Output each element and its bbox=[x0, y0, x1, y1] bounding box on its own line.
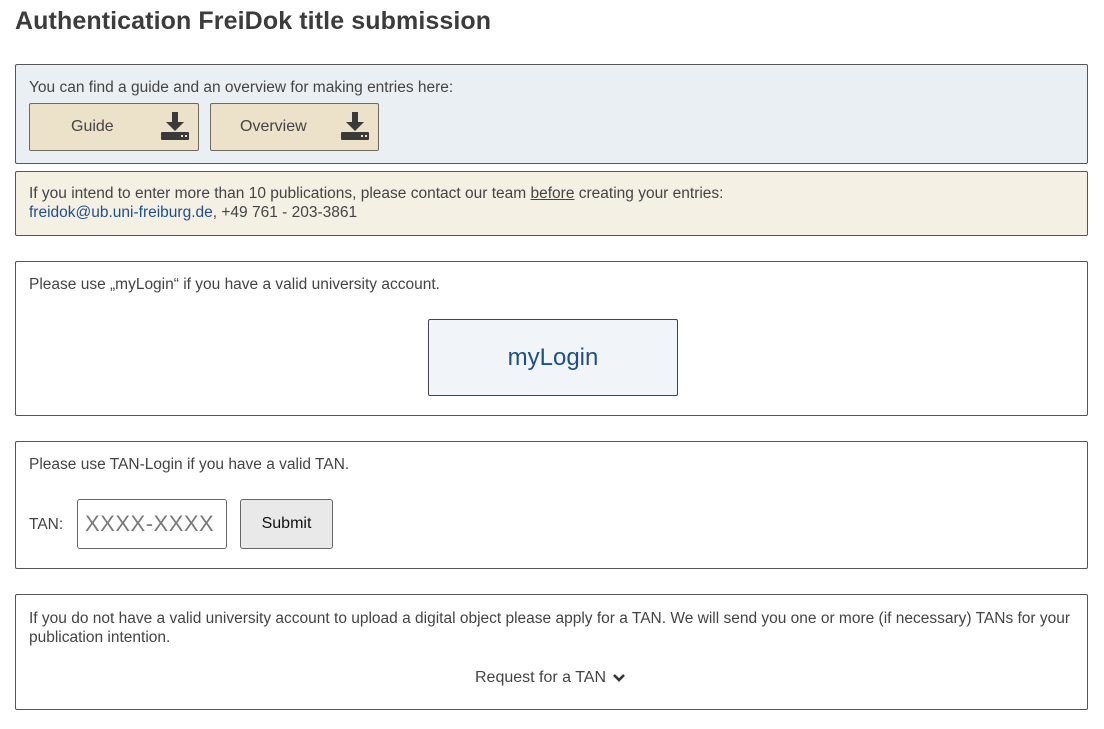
mylogin-instructions: Please use „myLogin“ if you have a valid… bbox=[29, 276, 440, 293]
download-icon bbox=[341, 112, 369, 140]
contact-notice-text: If you intend to enter more than 10 publ… bbox=[29, 185, 723, 203]
chevron-down-icon bbox=[613, 673, 625, 682]
notice-emphasis: before bbox=[530, 185, 575, 202]
guide-download-button[interactable]: Guide bbox=[29, 103, 199, 151]
tan-input[interactable] bbox=[77, 499, 227, 549]
guide-button-label: Guide bbox=[71, 118, 114, 135]
contact-email-link[interactable]: freidok@ub.uni-freiburg.de bbox=[29, 204, 213, 221]
request-tan-label: Request for a TAN bbox=[475, 669, 607, 686]
download-icon bbox=[161, 112, 189, 140]
guide-panel: You can find a guide and an overview for… bbox=[15, 64, 1088, 164]
request-tan-toggle[interactable]: Request for a TAN bbox=[475, 669, 626, 687]
mylogin-button[interactable]: myLogin bbox=[428, 319, 678, 396]
notice-text-start: If you intend to enter more than 10 publ… bbox=[29, 185, 531, 202]
tan-login-instructions: Please use TAN-Login if you have a valid… bbox=[29, 456, 350, 473]
contact-notice-panel: If you intend to enter more than 10 publ… bbox=[15, 171, 1088, 236]
overview-button-label: Overview bbox=[240, 118, 307, 135]
contact-details: freidok@ub.uni-freiburg.de, +49 761 - 20… bbox=[29, 204, 357, 222]
tan-label: TAN: bbox=[29, 516, 64, 533]
guide-panel-text: You can find a guide and an overview for… bbox=[29, 79, 454, 96]
notice-text-end: creating your entries: bbox=[574, 185, 724, 202]
page: Authentication FreiDok title submission … bbox=[0, 0, 1104, 729]
mylogin-panel: Please use „myLogin“ if you have a valid… bbox=[15, 261, 1088, 416]
overview-download-button[interactable]: Overview bbox=[210, 103, 379, 151]
submit-button[interactable]: Submit bbox=[240, 499, 333, 549]
tan-login-panel: Please use TAN-Login if you have a valid… bbox=[15, 441, 1088, 569]
request-tan-description: If you do not have a valid university ac… bbox=[29, 610, 1071, 646]
request-tan-panel: If you do not have a valid university ac… bbox=[15, 594, 1088, 710]
contact-phone: , +49 761 - 203-3861 bbox=[212, 204, 358, 221]
page-title: Authentication FreiDok title submission bbox=[15, 7, 492, 35]
